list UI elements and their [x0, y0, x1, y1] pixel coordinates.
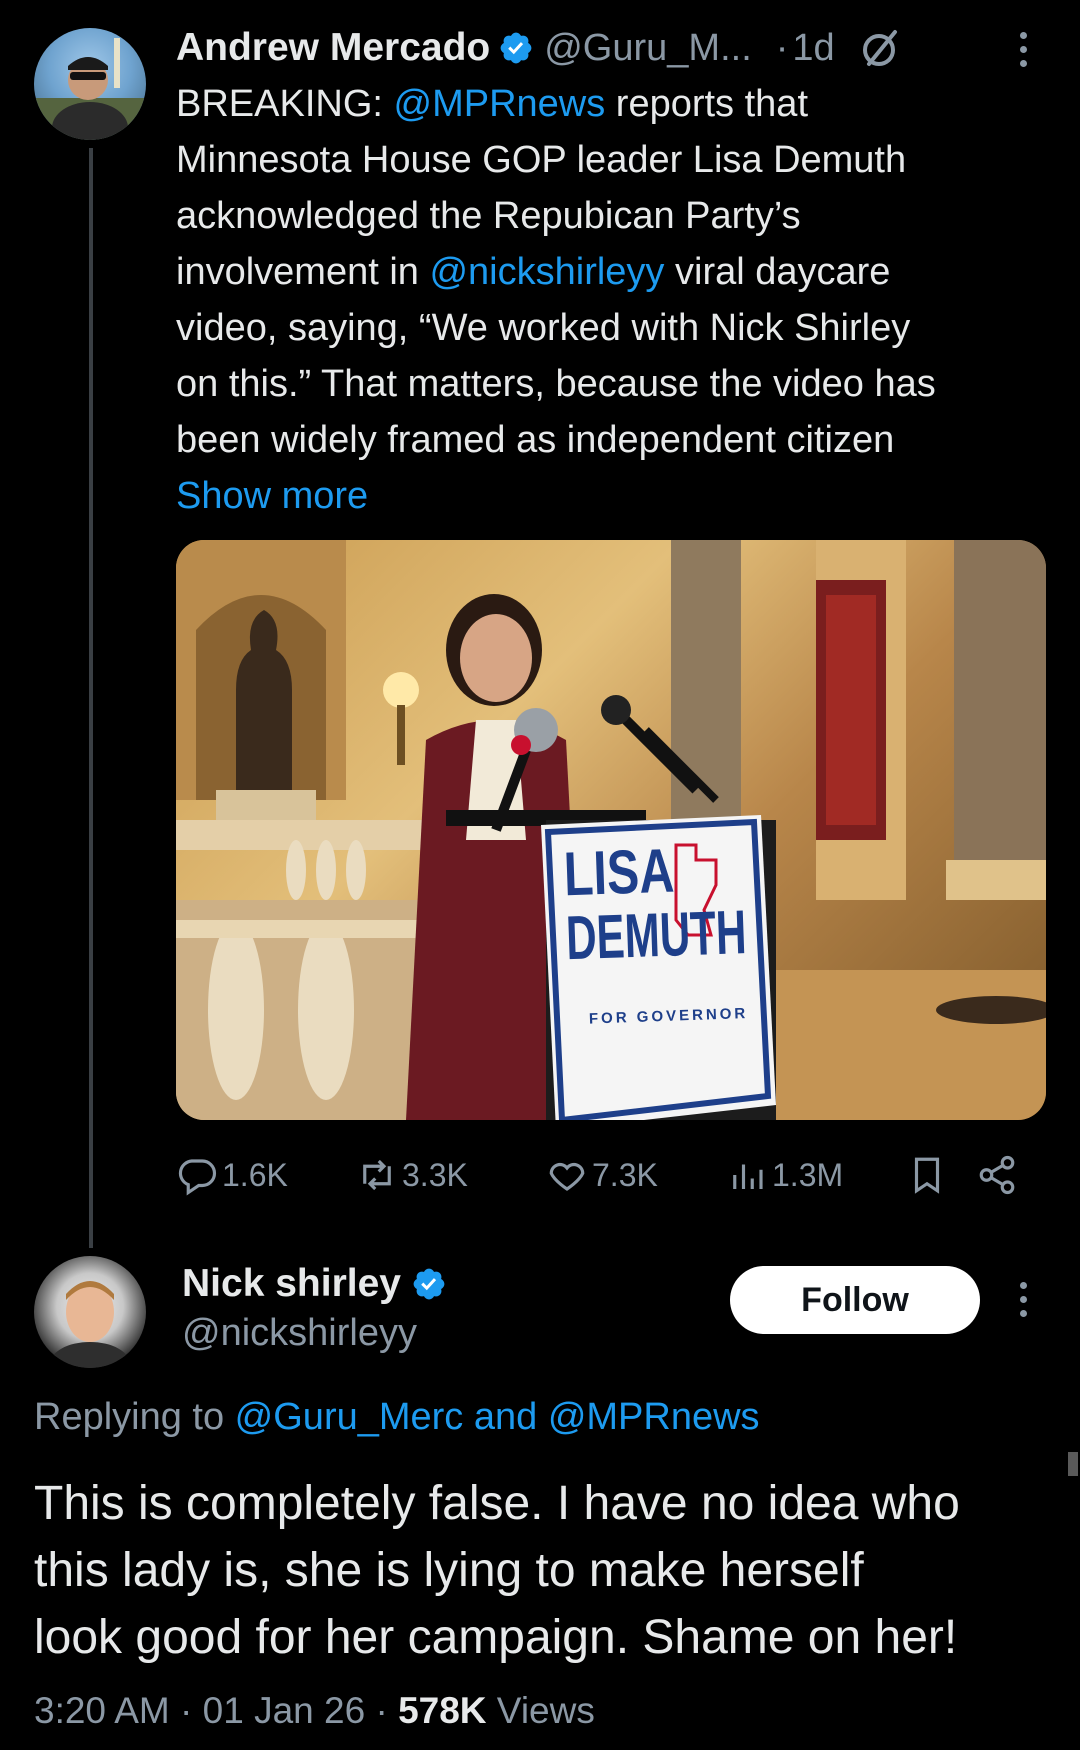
replying-to-label: Replying to [34, 1396, 235, 1438]
reply-text-line: look good for her campaign. Shame on her… [34, 1611, 958, 1664]
tweet-header: Andrew Mercado @Guru_M... · 1d [176, 20, 903, 76]
capitol-scene-graphic [176, 540, 1046, 1120]
like-count: 7.3K [592, 1156, 658, 1193]
repost-icon [363, 1159, 391, 1191]
tweet-text-segment: viral daycare [664, 251, 891, 293]
grok-slash-icon[interactable] [859, 26, 903, 70]
share-icon [979, 1155, 1015, 1195]
share-button[interactable] [976, 1154, 1022, 1196]
reply-author-avatar[interactable] [34, 1256, 146, 1368]
reply-count: 1.6K [222, 1156, 288, 1193]
reply-icon [178, 1159, 217, 1196]
more-options-icon[interactable] [1020, 32, 1027, 67]
mention-nickshirleyy[interactable]: @nickshirleyy [429, 251, 664, 293]
author-name[interactable]: Andrew Mercado [176, 26, 490, 70]
author-avatar[interactable] [34, 28, 146, 140]
reply-text-line: This is completely false. I have no idea… [34, 1477, 960, 1530]
tweet-actions: 1.6K 3.3K 7.3K 1.3M [176, 1150, 1036, 1200]
reply-author-name[interactable]: Nick shirley [182, 1262, 401, 1306]
reply-header: Nick shirley @nickshirleyy [182, 1256, 447, 1355]
repost-count: 3.3K [402, 1156, 468, 1193]
tweet-time[interactable]: 1d [792, 27, 834, 70]
tweet-text-line: acknowledged the Repubican Party’s [176, 195, 801, 237]
tweet-text-line: video, saying, “We worked with Nick Shir… [176, 307, 911, 349]
heart-icon [549, 1162, 585, 1191]
reply-views-count: 578K [398, 1690, 487, 1731]
tweet-text-line: involvement in @nickshirleyy viral dayca… [176, 244, 1056, 300]
view-count: 1.3M [772, 1156, 844, 1193]
replying-to-users[interactable]: @Guru_Merc and @MPRnews [235, 1396, 760, 1438]
time-separator: · [775, 26, 789, 69]
podium-sign-name: LISA [562, 836, 676, 910]
tweet-text-line: Minnesota House GOP leader Lisa Demuth [176, 139, 907, 181]
reply-text: This is completely false. I have no idea… [34, 1470, 1064, 1671]
meta-dot: · [365, 1690, 399, 1731]
meta-dot: · [169, 1690, 203, 1731]
tweet-text-line: on this.” That matters, because the vide… [176, 363, 936, 405]
tweet-text: BREAKING: @MPRnews reports that Minnesot… [176, 76, 1056, 524]
repost-button[interactable]: 3.3K [356, 1154, 546, 1196]
tweet-text-line: BREAKING: @MPRnews reports that [176, 76, 1056, 132]
analytics-icon [733, 1164, 763, 1189]
bookmark-button[interactable] [906, 1154, 976, 1196]
reply-date[interactable]: 01 Jan 26 [203, 1690, 366, 1731]
tweet-text-segment: BREAKING: [176, 83, 394, 125]
tweet-image[interactable]: LISA DEMUTH FOR GOVERNOR [176, 540, 1046, 1120]
verified-badge-icon [411, 1266, 447, 1302]
tweet-text-line: been widely framed as independent citize… [176, 419, 895, 461]
follow-button[interactable]: Follow [730, 1266, 980, 1334]
reply-meta: 3:20 AM · 01 Jan 26 · 578K Views [34, 1690, 595, 1732]
thread-line [89, 148, 93, 1248]
podium-sign-surname: DEMUTH [564, 898, 748, 974]
reply-author-handle[interactable]: @nickshirleyy [182, 1312, 447, 1355]
show-more-link[interactable]: Show more [176, 468, 1056, 524]
reply-button[interactable]: 1.6K [176, 1154, 356, 1196]
bookmark-icon [914, 1157, 940, 1194]
verified-badge-icon [498, 30, 534, 66]
tweet-text-segment: involvement in [176, 251, 430, 293]
author-handle[interactable]: @Guru_M... [544, 27, 752, 70]
like-button[interactable]: 7.3K [546, 1154, 726, 1196]
avatar-person-graphic [50, 1281, 130, 1368]
mention-mprnews[interactable]: @MPRnews [394, 83, 606, 125]
reply-views-label: Views [486, 1690, 595, 1731]
reply-text-line: this lady is, she is lying to make herse… [34, 1544, 864, 1597]
tweet-text-segment: reports that [605, 83, 808, 125]
reply-time[interactable]: 3:20 AM [34, 1690, 170, 1731]
views-button[interactable]: 1.3M [726, 1154, 906, 1196]
more-options-icon[interactable] [1020, 1282, 1027, 1317]
replying-to: Replying to @Guru_Merc and @MPRnews [34, 1396, 760, 1439]
podium-sign: LISA DEMUTH FOR GOVERNOR [563, 837, 759, 1029]
avatar-person-graphic [34, 38, 146, 140]
scrollbar[interactable] [1068, 1452, 1078, 1476]
